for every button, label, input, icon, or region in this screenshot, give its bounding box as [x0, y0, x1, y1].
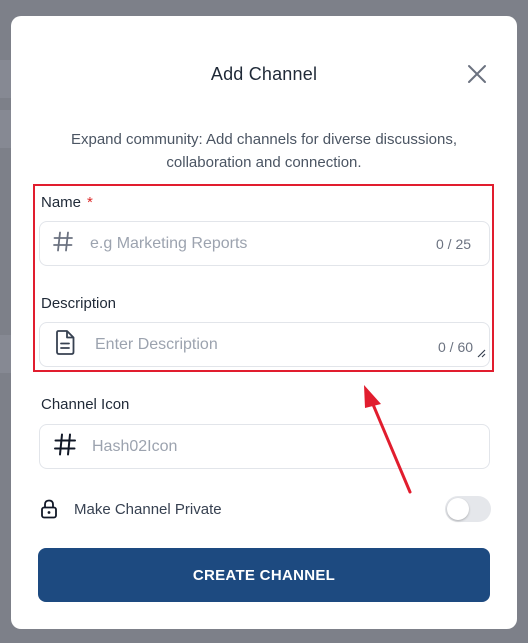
name-field[interactable]: 0 / 25 — [39, 221, 490, 266]
name-input[interactable] — [90, 222, 420, 265]
modal-subtitle: Expand community: Add channels for diver… — [70, 131, 458, 171]
hash-icon — [53, 432, 77, 461]
add-channel-modal: Add Channel Expand community: Add channe… — [11, 16, 517, 629]
lock-icon — [40, 499, 58, 524]
create-channel-button[interactable]: CREATE CHANNEL — [38, 548, 490, 602]
description-label: Description — [41, 295, 117, 312]
private-toggle-label: Make Channel Private — [74, 501, 222, 518]
name-char-counter: 0 / 25 — [436, 236, 472, 252]
description-char-counter: 0 / 60 — [438, 339, 474, 355]
channel-icon-label: Channel Icon — [41, 396, 130, 413]
description-input[interactable] — [95, 323, 415, 366]
hash-icon — [52, 230, 74, 257]
annotation-arrow-icon — [364, 385, 412, 494]
resize-handle-icon[interactable] — [476, 345, 486, 363]
required-asterisk: * — [87, 194, 93, 211]
channel-icon-field[interactable]: Hash02Icon — [39, 424, 490, 469]
name-label: Name * — [41, 194, 93, 211]
toggle-knob — [447, 498, 469, 520]
private-toggle[interactable] — [445, 496, 491, 522]
channel-icon-value: Hash02Icon — [92, 438, 178, 455]
description-field[interactable]: 0 / 60 — [39, 322, 490, 367]
modal-title: Add Channel — [210, 64, 318, 84]
close-icon[interactable] — [465, 62, 489, 86]
document-icon — [54, 329, 76, 360]
name-label-text: Name — [41, 194, 82, 211]
